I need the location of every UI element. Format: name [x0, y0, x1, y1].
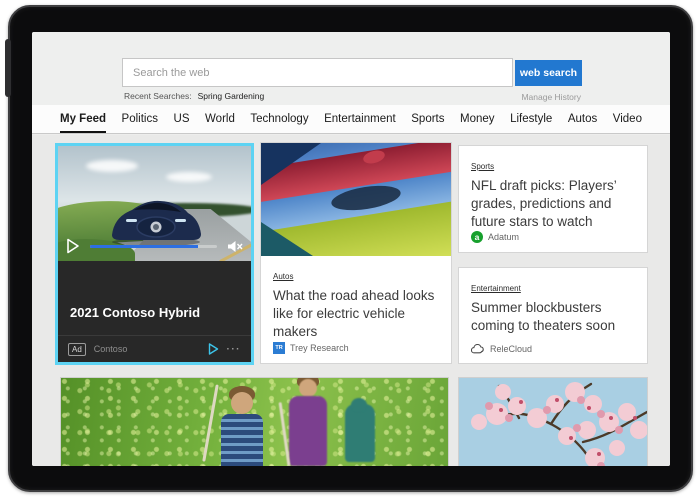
- article-image-children-hiking[interactable]: [60, 377, 449, 466]
- source-name: Adatum: [488, 232, 520, 242]
- article-headline: NFL draft picks: Players’ grades, predic…: [471, 178, 617, 229]
- video-progress-bar[interactable]: [90, 244, 217, 248]
- category-link-sports[interactable]: Sports: [471, 162, 494, 171]
- nav-item-video[interactable]: Video: [613, 113, 642, 125]
- cloud-graphic: [166, 172, 212, 182]
- recent-searches: Recent Searches: Spring Gardening: [124, 91, 264, 101]
- category-link-entertainment[interactable]: Entertainment: [471, 284, 521, 293]
- recent-searches-label: Recent Searches:: [124, 91, 192, 101]
- article-card-entertainment[interactable]: Entertainment Summer blockbusters coming…: [458, 267, 648, 364]
- nav-item-my-feed[interactable]: My Feed: [60, 113, 107, 133]
- article-image-cherry-blossoms[interactable]: [458, 377, 648, 466]
- adatum-logo-icon: a: [471, 231, 483, 243]
- video-play-icon[interactable]: [208, 343, 219, 355]
- source-name: ReleCloud: [490, 344, 533, 354]
- nav-item-world[interactable]: World: [205, 113, 235, 125]
- video-player[interactable]: [58, 146, 251, 261]
- nav-item-autos[interactable]: Autos: [568, 113, 597, 125]
- sponsor-name: Contoso: [93, 344, 128, 354]
- video-info: 2021 Contoso Hybrid Ad Contoso ···: [58, 261, 251, 362]
- nav-item-sports[interactable]: Sports: [411, 113, 444, 125]
- play-button[interactable]: [66, 238, 80, 254]
- cloud-graphic: [86, 160, 138, 172]
- ad-badge: Ad: [68, 342, 86, 356]
- search-section: web search Recent Searches: Spring Garden…: [32, 32, 670, 105]
- source-row: a Adatum: [471, 231, 519, 243]
- search-input[interactable]: [122, 58, 513, 87]
- video-title: 2021 Contoso Hybrid: [70, 305, 201, 320]
- trey-research-logo-icon: TR: [273, 342, 285, 354]
- article-image-cars: [261, 143, 451, 256]
- screen: web search Recent Searches: Spring Garden…: [32, 32, 670, 466]
- nav-item-us[interactable]: US: [174, 113, 190, 125]
- article-card-sports[interactable]: Sports NFL draft picks: Players’ grades,…: [458, 145, 648, 253]
- mute-button[interactable]: [227, 239, 243, 254]
- manage-history-link[interactable]: Manage History: [521, 92, 581, 102]
- cherry-blossom-graphic: [471, 382, 647, 466]
- nav-item-lifestyle[interactable]: Lifestyle: [510, 113, 552, 125]
- relecloud-cloud-icon: [471, 344, 484, 354]
- nav-item-politics[interactable]: Politics: [122, 113, 158, 125]
- video-footer: Ad Contoso ···: [58, 335, 251, 362]
- article-card-autos[interactable]: Autos What the road ahead looks like for…: [260, 142, 452, 364]
- source-row: TR Trey Research: [273, 342, 349, 354]
- category-link-autos[interactable]: Autos: [273, 272, 293, 281]
- volume-button: [5, 39, 11, 97]
- web-search-button[interactable]: web search: [515, 60, 582, 86]
- more-options-button[interactable]: ···: [227, 344, 242, 355]
- feed-content: 2021 Contoso Hybrid Ad Contoso ··· Autos…: [32, 135, 670, 466]
- source-row: ReleCloud: [471, 344, 532, 354]
- source-name: Trey Research: [290, 343, 349, 353]
- category-nav: My Feed Politics US World Technology Ent…: [32, 105, 670, 134]
- video-progress-fill: [90, 244, 198, 248]
- walking-stick-graphic: [202, 384, 219, 462]
- nav-item-technology[interactable]: Technology: [250, 113, 308, 125]
- article-headline: Summer blockbusters coming to theaters s…: [471, 300, 616, 333]
- video-controls: [66, 237, 243, 255]
- nav-item-money[interactable]: Money: [460, 113, 495, 125]
- tablet-device: web search Recent Searches: Spring Garden…: [5, 5, 693, 492]
- video-ad-card[interactable]: 2021 Contoso Hybrid Ad Contoso ···: [55, 143, 254, 365]
- recent-search-item[interactable]: Spring Gardening: [198, 91, 265, 101]
- article-headline: What the road ahead looks like for elect…: [273, 288, 435, 339]
- nav-item-entertainment[interactable]: Entertainment: [324, 113, 396, 125]
